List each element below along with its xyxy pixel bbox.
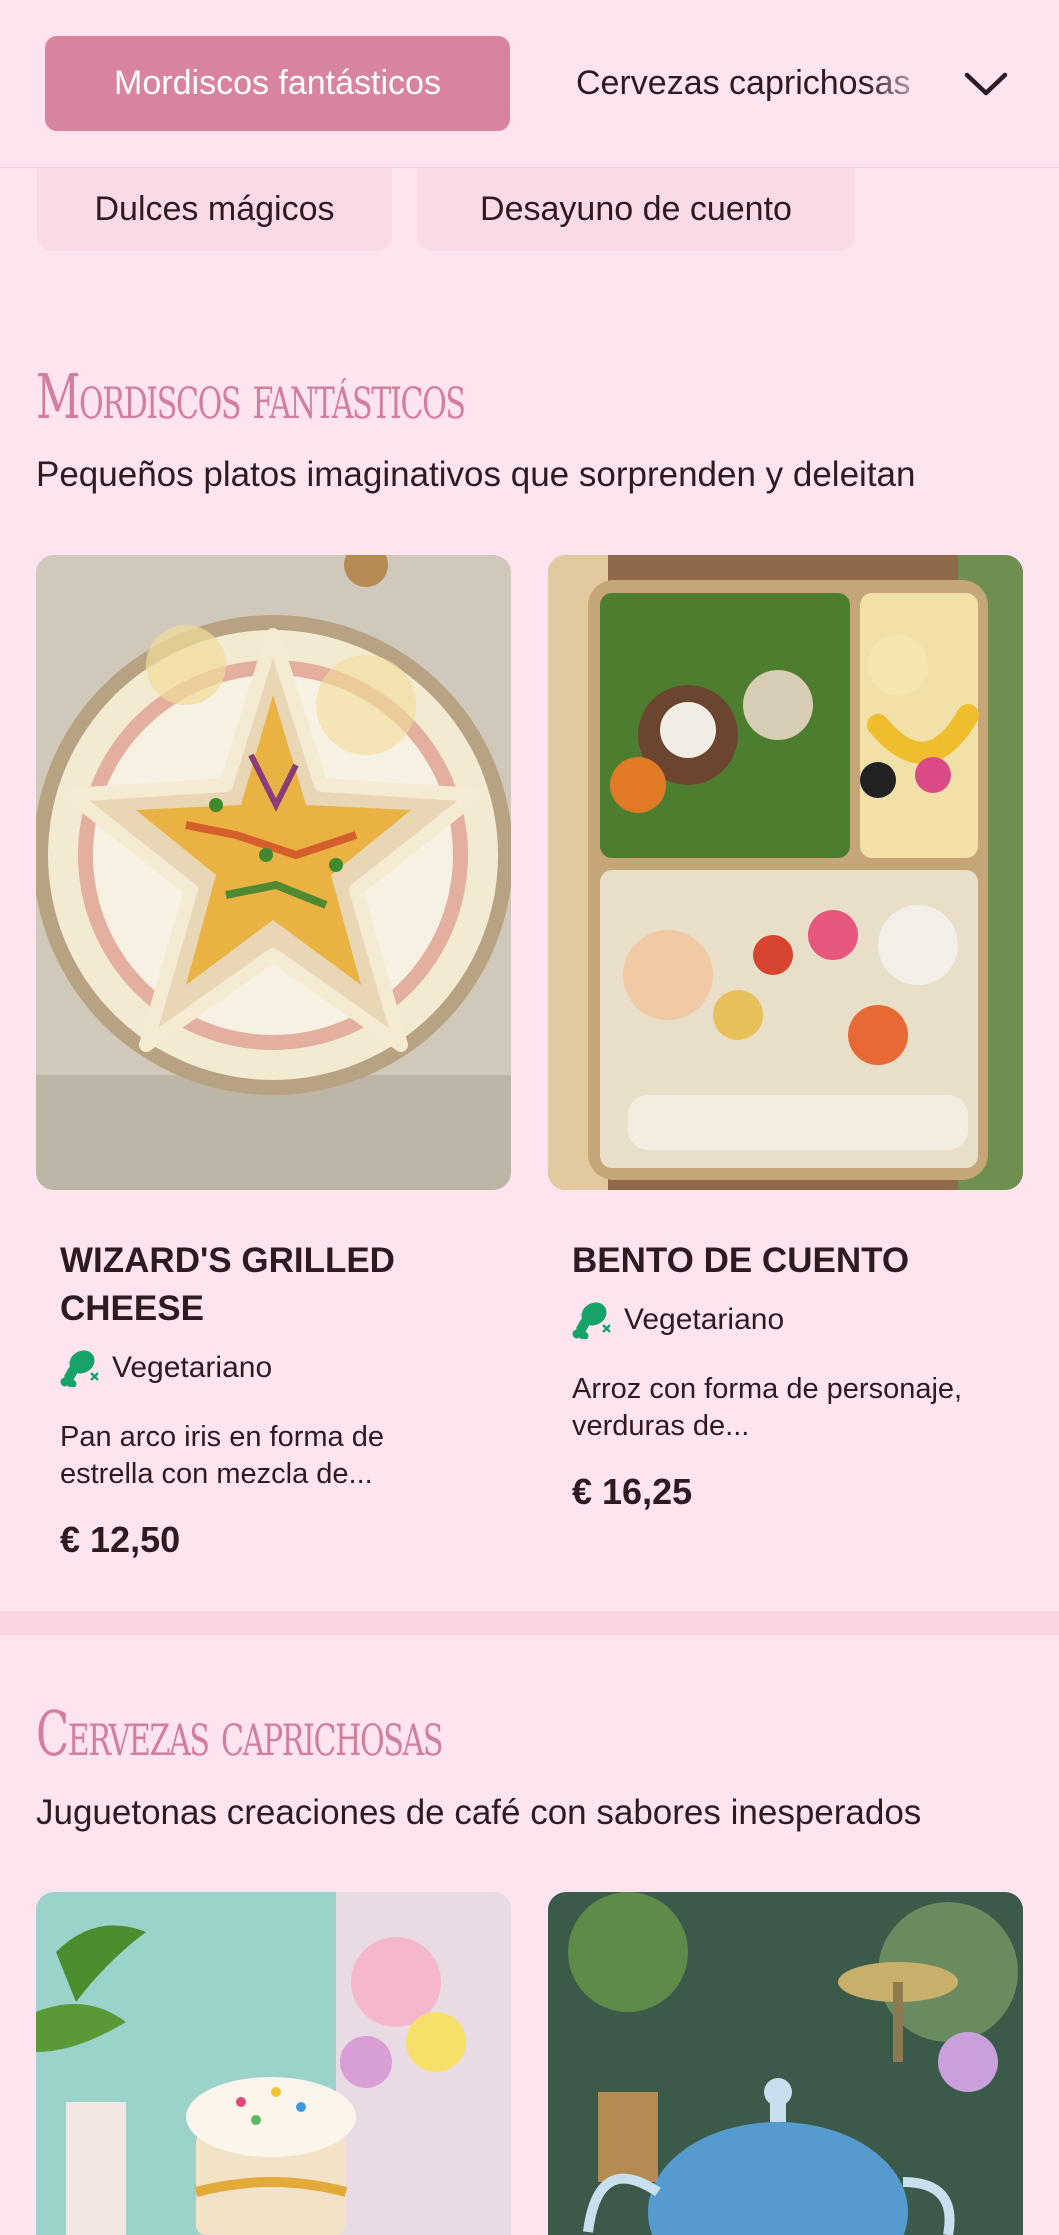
vegetarian-tag: Vegetariano (572, 1300, 784, 1340)
tab-fade-overlay (866, 36, 956, 131)
item-name[interactable]: WIZARD'S GRILLED CHEESE (60, 1237, 480, 1333)
item-description: Pan arco iris en forma de estrella con m… (60, 1421, 384, 1490)
vegetarian-label: Vegetariano (112, 1351, 273, 1384)
item-price: € 12,50 (60, 1519, 181, 1560)
item-name[interactable]: BENTO DE CUENTO (572, 1237, 992, 1285)
item-price: € 16,25 (572, 1471, 693, 1512)
section-title: Cervezas caprichosas (36, 1697, 443, 1770)
tab-mordiscos-fantasticos[interactable]: Mordiscos fantásticos (45, 36, 510, 131)
chevron-down-icon[interactable] (960, 58, 1012, 110)
section-subtitle: Juguetonas creaciones de café con sabore… (36, 1793, 922, 1832)
tab-dulces-magicos[interactable]: Dulces mágicos (37, 168, 392, 251)
blue-tea-pot-image[interactable] (548, 1892, 1023, 2235)
section-subtitle: Pequeños platos imaginativos que sorpren… (36, 455, 916, 494)
star-sandwich-image[interactable] (36, 555, 511, 1190)
item-description: Arroz con forma de personaje, verduras d… (572, 1373, 963, 1442)
no-meat-icon (60, 1350, 99, 1387)
no-meat-icon (572, 1302, 611, 1339)
tab-desayuno-de-cuento[interactable]: Desayuno de cuento (418, 168, 854, 251)
character-bento-image[interactable] (548, 555, 1023, 1190)
category-nav-bar: Mordiscos fantásticos Cervezas caprichos… (0, 0, 1059, 168)
sprinkle-latte-image[interactable] (36, 1892, 511, 2235)
section-title: Mordiscos fantásticos (36, 360, 466, 433)
vegetarian-tag: Vegetariano (60, 1348, 272, 1388)
section-divider (0, 1611, 1059, 1635)
vegetarian-label: Vegetariano (624, 1303, 785, 1336)
